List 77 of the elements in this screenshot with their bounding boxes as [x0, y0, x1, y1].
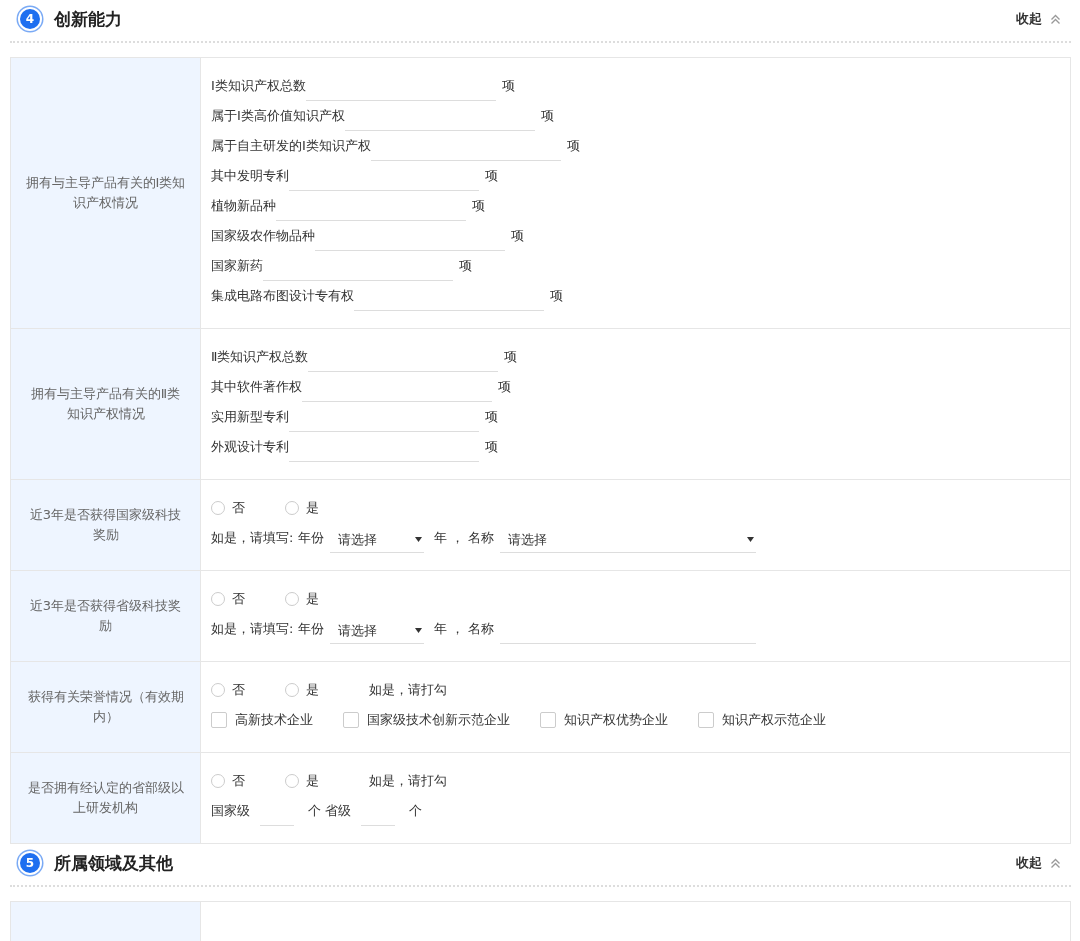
section-number-badge: 5 [20, 853, 40, 873]
caret-icon [414, 628, 422, 633]
checkbox[interactable] [343, 712, 359, 728]
unit-label: 项 [498, 378, 511, 396]
row-label-cell: 是否拥有经认定的省部级以上研发机构 [11, 753, 201, 843]
collapse-button[interactable]: 收起 [1016, 10, 1061, 28]
select-dropdown[interactable]: 请选择 [499, 525, 756, 553]
row-label-cell: 近3年是否获得省级科技奖励 [11, 571, 201, 661]
form-text: 如是，请打勾 [369, 681, 447, 699]
unit-label: 项 [566, 137, 580, 155]
radio-label: 否 [232, 681, 245, 699]
checkbox[interactable] [211, 712, 227, 728]
form-text: 国家级 [211, 802, 250, 820]
checkbox-label: 国家级技术创新示范企业 [367, 711, 510, 729]
field-label: Ⅱ类知识产权总数 [211, 348, 309, 366]
radio-label: 否 [232, 590, 245, 608]
form-text: 个 省级 [308, 802, 352, 820]
double-chevron-up-icon [1050, 857, 1061, 869]
unit-label: 项 [511, 227, 524, 245]
checkbox[interactable] [540, 712, 556, 728]
radio-button[interactable] [285, 592, 299, 606]
field-label: Ⅰ类知识产权总数 [211, 77, 306, 95]
radio-button[interactable] [211, 592, 225, 606]
checkbox-label: 知识产权优势企业 [564, 711, 668, 729]
form-text: 如是，请打勾 [369, 772, 447, 790]
radio-label: 是 [306, 499, 319, 517]
row-label-cell: 获得有关荣誉情况（有效期内） [11, 662, 201, 752]
radio-label: 否 [232, 499, 245, 517]
caret-icon [746, 537, 754, 542]
field-label: 属于Ⅰ类高价值知识产权 [211, 107, 345, 125]
field-label: 属于自主研发的Ⅰ类知识产权 [211, 137, 371, 155]
form-text: 如是，请填写: 年份 [211, 620, 324, 638]
select-dropdown[interactable]: 请选择 [329, 525, 424, 553]
row-label-cell: 近3年是否获得国家级科技奖励 [11, 480, 201, 570]
field-label: 实用新型专利 [211, 408, 289, 426]
radio-label: 是 [306, 772, 319, 790]
radio-label: 否 [232, 772, 245, 790]
field-label: 植物新品种 [211, 197, 276, 215]
radio-button[interactable] [211, 683, 225, 697]
collapse-button[interactable]: 收起 [1016, 854, 1061, 872]
unit-label: 项 [501, 77, 515, 95]
row-label-cell: 拥有与主导产品有关的Ⅰ类知识产权情况 [11, 58, 201, 328]
radio-button[interactable] [285, 683, 299, 697]
unit-label: 项 [550, 287, 563, 305]
checkbox-label: 高新技术企业 [235, 711, 313, 729]
unit-label: 项 [504, 348, 518, 366]
field-label: 集成电路布图设计专有权 [211, 287, 354, 305]
radio-button[interactable] [285, 774, 299, 788]
field-label: 外观设计专利 [211, 438, 289, 456]
form-text: 年 ， 名称 [433, 620, 494, 638]
field-label: 其中软件著作权 [211, 378, 302, 396]
section-title: 所属领域及其他 [54, 851, 173, 875]
field-label: 其中发明专利 [211, 167, 289, 185]
section-number-badge: 4 [20, 9, 40, 29]
radio-label: 是 [306, 590, 319, 608]
radio-button[interactable] [211, 774, 225, 788]
unit-label: 项 [540, 107, 554, 125]
form-text: 个 [409, 802, 423, 820]
form-text: 如是，请填写: 年份 [211, 529, 324, 547]
field-label: 国家级农作物品种 [211, 227, 315, 245]
checkbox[interactable] [698, 712, 714, 728]
radio-button[interactable] [285, 501, 299, 515]
double-chevron-up-icon [1050, 13, 1061, 25]
field-label: 国家新药 [211, 257, 263, 275]
unit-label: 项 [485, 167, 498, 185]
unit-label: 项 [459, 257, 472, 275]
radio-label: 是 [306, 681, 319, 699]
caret-icon [414, 537, 422, 542]
row-label-cell: 拥有与主导产品有关的Ⅱ类知识产权情况 [11, 329, 201, 479]
select-dropdown[interactable]: 请选择 [329, 616, 424, 644]
form-text: 年 ， 名称 [433, 529, 494, 547]
unit-label: 项 [485, 438, 498, 456]
checkbox-label: 知识产权示范企业 [722, 711, 826, 729]
radio-button[interactable] [211, 501, 225, 515]
section-title: 创新能力 [54, 7, 122, 31]
unit-label: 项 [485, 408, 498, 426]
unit-label: 项 [472, 197, 485, 215]
